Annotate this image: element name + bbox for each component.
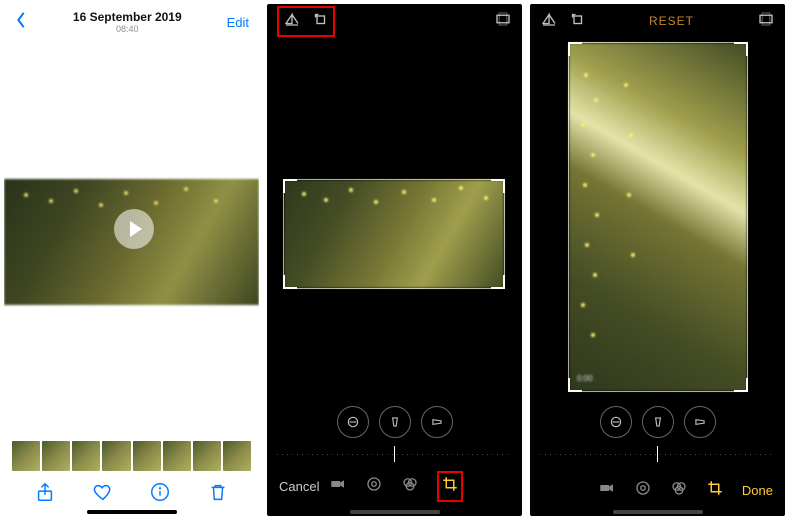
back-button[interactable] bbox=[14, 11, 28, 34]
crop-handle-br[interactable] bbox=[734, 378, 748, 392]
crop-handle-tl[interactable] bbox=[568, 42, 582, 56]
video-mode-icon[interactable] bbox=[329, 475, 347, 498]
edit-button[interactable]: Edit bbox=[227, 15, 249, 30]
editor-toolbar: Cancel bbox=[267, 471, 522, 502]
crop-editor-rotated-screen: RESET 0:00 bbox=[530, 4, 785, 516]
crop-handle-br[interactable] bbox=[491, 275, 505, 289]
thumbnail[interactable] bbox=[193, 441, 221, 471]
straighten-icon[interactable] bbox=[600, 406, 632, 438]
editor-toolbar: Done bbox=[530, 479, 785, 502]
play-icon[interactable] bbox=[114, 209, 154, 249]
angle-ruler[interactable] bbox=[277, 444, 512, 464]
crop-handle-tr[interactable] bbox=[734, 42, 748, 56]
thumbnail[interactable] bbox=[133, 441, 161, 471]
photo-date-block: 16 September 2019 08:40 bbox=[28, 10, 227, 34]
thumbnail[interactable] bbox=[12, 441, 40, 471]
photos-viewer-screen: 16 September 2019 08:40 Edit bbox=[4, 4, 259, 516]
crop-frame[interactable]: 0:00 bbox=[568, 42, 748, 392]
crop-mode-icon-highlighted bbox=[437, 471, 463, 502]
horizontal-perspective-icon[interactable] bbox=[421, 406, 453, 438]
horizontal-perspective-icon[interactable] bbox=[684, 406, 716, 438]
straighten-controls bbox=[530, 406, 785, 438]
crop-handle-tl[interactable] bbox=[283, 179, 297, 193]
crop-editor-screen: Cancel bbox=[267, 4, 522, 516]
thumbnail-strip[interactable] bbox=[12, 441, 251, 471]
photos-toolbar bbox=[4, 481, 259, 508]
cancel-button[interactable]: Cancel bbox=[279, 479, 319, 494]
aspect-ratio-icon[interactable] bbox=[757, 10, 775, 33]
crop-handle-tr[interactable] bbox=[491, 179, 505, 193]
straighten-icon[interactable] bbox=[337, 406, 369, 438]
rotate-icon[interactable] bbox=[568, 10, 586, 33]
photos-header: 16 September 2019 08:40 Edit bbox=[4, 4, 259, 36]
editor-header bbox=[267, 4, 522, 38]
share-icon[interactable] bbox=[34, 481, 56, 508]
home-indicator[interactable] bbox=[87, 510, 177, 514]
crop-mode-icon[interactable] bbox=[441, 480, 459, 497]
crop-handle-bl[interactable] bbox=[283, 275, 297, 289]
adjust-mode-icon[interactable] bbox=[634, 479, 652, 502]
home-indicator[interactable] bbox=[350, 510, 440, 514]
video-content-rotated: 0:00 bbox=[569, 43, 747, 391]
trash-icon[interactable] bbox=[207, 481, 229, 508]
editor-header: RESET bbox=[530, 4, 785, 38]
crop-frame[interactable] bbox=[283, 179, 505, 289]
filters-mode-icon[interactable] bbox=[401, 475, 419, 498]
thumbnail[interactable] bbox=[163, 441, 191, 471]
angle-ruler[interactable] bbox=[540, 444, 775, 464]
thumbnail[interactable] bbox=[223, 441, 251, 471]
video-content bbox=[284, 180, 504, 288]
aspect-ratio-icon[interactable] bbox=[494, 10, 512, 33]
thumbnail[interactable] bbox=[42, 441, 70, 471]
flip-horizontal-icon[interactable] bbox=[540, 10, 558, 33]
video-mode-icon[interactable] bbox=[598, 479, 616, 502]
straighten-controls bbox=[267, 406, 522, 438]
reset-button[interactable]: RESET bbox=[586, 14, 757, 28]
flip-rotate-controls-highlighted bbox=[277, 6, 335, 37]
home-indicator[interactable] bbox=[613, 510, 703, 514]
crop-mode-icon[interactable] bbox=[706, 479, 724, 502]
photo-time: 08:40 bbox=[28, 24, 227, 34]
adjust-mode-icon[interactable] bbox=[365, 475, 383, 498]
crop-handle-bl[interactable] bbox=[568, 378, 582, 392]
favorite-icon[interactable] bbox=[92, 481, 114, 508]
thumbnail[interactable] bbox=[72, 441, 100, 471]
photo-date: 16 September 2019 bbox=[28, 10, 227, 24]
vertical-perspective-icon[interactable] bbox=[642, 406, 674, 438]
done-button[interactable]: Done bbox=[742, 483, 773, 498]
thumbnail[interactable] bbox=[102, 441, 130, 471]
filters-mode-icon[interactable] bbox=[670, 479, 688, 502]
vertical-perspective-icon[interactable] bbox=[379, 406, 411, 438]
info-icon[interactable] bbox=[149, 481, 171, 508]
flip-horizontal-icon[interactable] bbox=[283, 10, 301, 33]
rotate-icon[interactable] bbox=[311, 10, 329, 33]
